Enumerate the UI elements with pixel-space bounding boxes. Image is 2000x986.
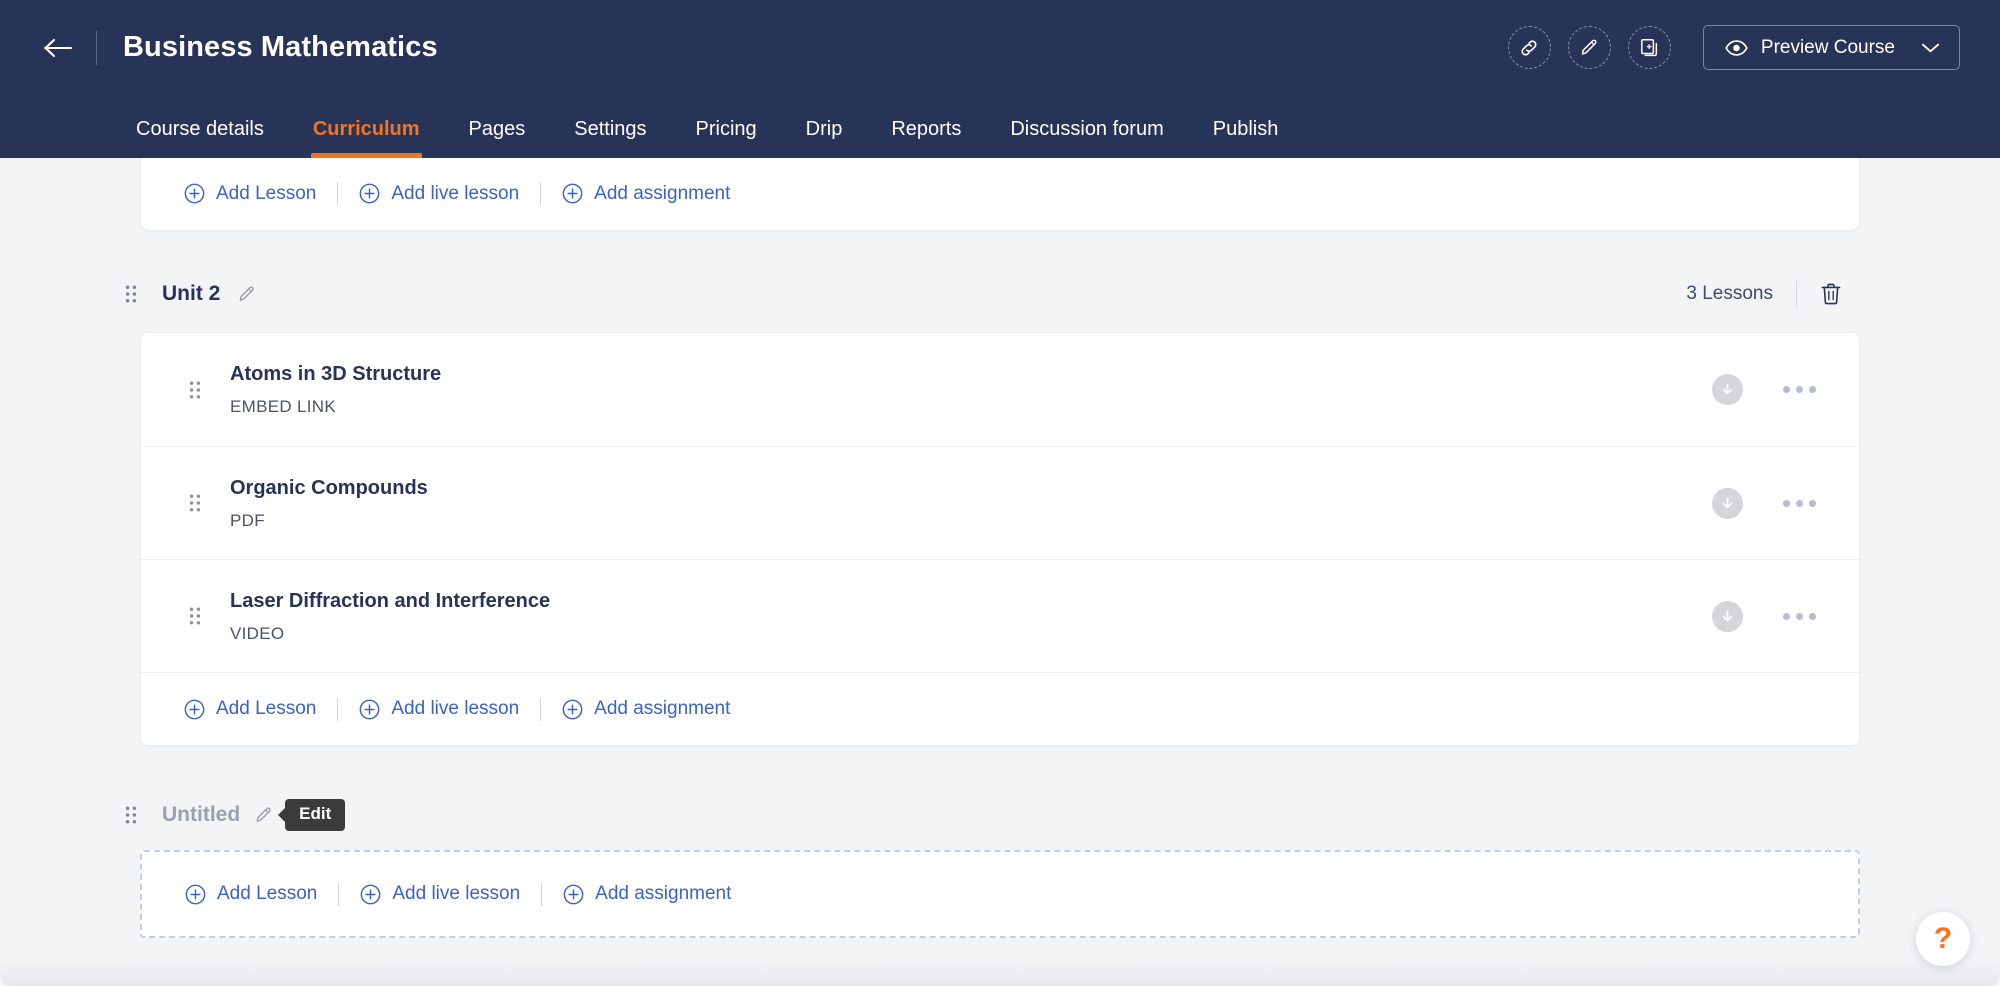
header-divider <box>96 31 97 65</box>
lesson-title: Organic Compounds <box>230 476 428 501</box>
unit-2-card: Atoms in 3D Structure EMBED LINK <box>140 332 1860 746</box>
help-icon[interactable]: ? <box>1916 912 1970 966</box>
header-row: Business Mathematics <box>0 0 2000 95</box>
edit-tooltip: Edit <box>285 799 345 831</box>
lesson-info: Organic Compounds PDF <box>230 476 428 531</box>
more-options-icon[interactable] <box>1775 370 1823 410</box>
add-live-lesson-button[interactable]: Add live lesson <box>359 183 519 205</box>
tab-publish[interactable]: Publish <box>1213 118 1279 158</box>
action-separator <box>338 883 339 906</box>
action-separator <box>540 182 541 205</box>
plus-circle-icon <box>359 183 380 204</box>
tab-course-details[interactable]: Course details <box>136 118 264 158</box>
add-live-lesson-button[interactable]: Add live lesson <box>359 698 519 720</box>
drag-handle-icon[interactable] <box>184 493 206 513</box>
page-bottom-edge <box>0 958 2000 986</box>
duplicate-icon[interactable] <box>1628 26 1671 69</box>
drag-handle-icon[interactable] <box>184 380 206 400</box>
unit-header-unit-2: Unit 2 3 Lessons <box>140 256 1860 332</box>
eye-icon <box>1725 40 1748 56</box>
add-assignment-button[interactable]: Add assignment <box>563 883 731 905</box>
add-lesson-label: Add Lesson <box>217 883 317 905</box>
unit-2-add-actions-row: Add Lesson Add live lesson <box>141 672 1859 745</box>
plus-circle-icon <box>563 884 584 905</box>
trash-icon[interactable] <box>1820 282 1842 306</box>
add-assignment-label: Add assignment <box>594 698 730 720</box>
unit-header-untitled: Untitled Edit <box>140 780 1860 850</box>
tab-drip[interactable]: Drip <box>806 118 843 158</box>
unit-title: Untitled <box>162 803 240 827</box>
pencil-icon[interactable] <box>1568 26 1611 69</box>
lesson-type: PDF <box>230 511 428 531</box>
section-gap <box>0 746 2000 780</box>
add-assignment-button[interactable]: Add assignment <box>562 183 730 205</box>
drag-handle-icon[interactable] <box>118 284 144 304</box>
lesson-row[interactable]: Organic Compounds PDF <box>141 446 1859 559</box>
tab-pages[interactable]: Pages <box>469 118 526 158</box>
unit-1-card-partial: Add Lesson Add live lesson <box>140 158 1860 231</box>
action-separator <box>540 698 541 721</box>
download-icon[interactable] <box>1712 374 1743 405</box>
add-live-lesson-label: Add live lesson <box>391 183 519 205</box>
unit-header-divider <box>1796 281 1797 307</box>
more-options-icon[interactable] <box>1775 483 1823 523</box>
unit-edit-pencil-icon[interactable] <box>254 805 274 825</box>
plus-circle-icon <box>184 183 205 204</box>
chevron-down-icon <box>1921 42 1940 54</box>
preview-course-button[interactable]: Preview Course <box>1703 25 1960 70</box>
preview-course-label: Preview Course <box>1761 37 1895 59</box>
unit-1-add-actions-row: Add Lesson Add live lesson <box>141 158 1859 230</box>
add-lesson-button[interactable]: Add Lesson <box>184 698 316 720</box>
add-assignment-label: Add assignment <box>594 183 730 205</box>
tab-reports[interactable]: Reports <box>891 118 961 158</box>
add-lesson-button[interactable]: Add Lesson <box>184 183 316 205</box>
lesson-row[interactable]: Laser Diffraction and Interference VIDEO <box>141 559 1859 672</box>
lesson-type: EMBED LINK <box>230 397 441 417</box>
add-lesson-label: Add Lesson <box>216 183 316 205</box>
lesson-info: Atoms in 3D Structure EMBED LINK <box>230 362 441 417</box>
unit-edit-pencil-icon[interactable] <box>237 284 257 304</box>
lesson-row[interactable]: Atoms in 3D Structure EMBED LINK <box>141 333 1859 446</box>
link-icon[interactable] <box>1508 26 1551 69</box>
tab-pricing[interactable]: Pricing <box>696 118 757 158</box>
drag-handle-icon[interactable] <box>184 606 206 626</box>
lesson-title: Laser Diffraction and Interference <box>230 589 550 614</box>
top-navigation-bar: Business Mathematics <box>0 0 2000 158</box>
back-arrow-icon[interactable] <box>36 26 80 70</box>
unit-lesson-count: 3 Lessons <box>1686 283 1773 305</box>
download-icon[interactable] <box>1712 601 1743 632</box>
tab-curriculum[interactable]: Curriculum <box>313 118 420 158</box>
more-options-icon[interactable] <box>1775 596 1823 636</box>
action-separator <box>337 182 338 205</box>
course-tabs: Course details Curriculum Pages Settings… <box>0 95 2000 158</box>
action-separator <box>541 883 542 906</box>
action-separator <box>337 698 338 721</box>
unit-title: Unit 2 <box>162 282 220 306</box>
page-title: Business Mathematics <box>123 31 438 64</box>
plus-circle-icon <box>562 183 583 204</box>
add-live-lesson-button[interactable]: Add live lesson <box>360 883 520 905</box>
add-lesson-label: Add Lesson <box>216 698 316 720</box>
curriculum-content: Add Lesson Add live lesson <box>0 158 2000 986</box>
add-lesson-button[interactable]: Add Lesson <box>185 883 317 905</box>
tab-discussion-forum[interactable]: Discussion forum <box>1010 118 1163 158</box>
course-curriculum-page: Business Mathematics <box>0 0 2000 986</box>
lesson-info: Laser Diffraction and Interference VIDEO <box>230 589 550 644</box>
section-gap <box>0 232 2000 256</box>
plus-circle-icon <box>185 884 206 905</box>
plus-circle-icon <box>184 699 205 720</box>
add-live-lesson-label: Add live lesson <box>392 883 520 905</box>
untitled-unit-empty-card: Add Lesson Add live lesson <box>140 850 1860 938</box>
add-live-lesson-label: Add live lesson <box>391 698 519 720</box>
plus-circle-icon <box>360 884 381 905</box>
download-icon[interactable] <box>1712 488 1743 519</box>
drag-handle-icon[interactable] <box>118 805 144 825</box>
tab-settings[interactable]: Settings <box>574 118 646 158</box>
lesson-type: VIDEO <box>230 624 550 644</box>
lesson-title: Atoms in 3D Structure <box>230 362 441 387</box>
add-assignment-label: Add assignment <box>595 883 731 905</box>
plus-circle-icon <box>359 699 380 720</box>
plus-circle-icon <box>562 699 583 720</box>
add-assignment-button[interactable]: Add assignment <box>562 698 730 720</box>
